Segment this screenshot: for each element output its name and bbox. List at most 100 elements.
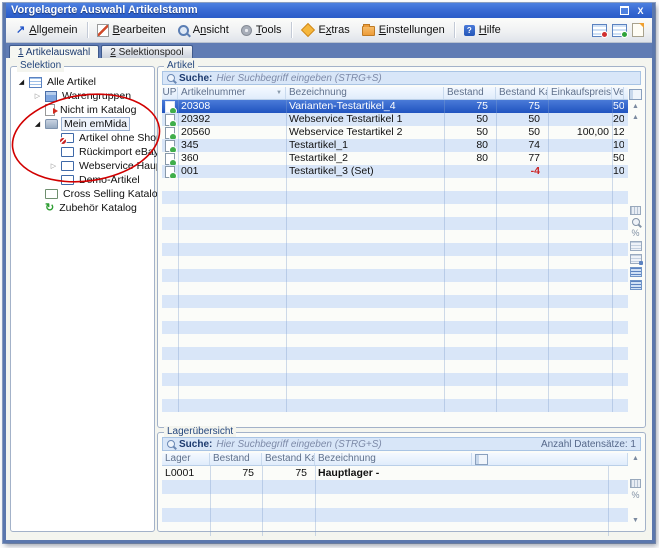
column-header-bestand[interactable]: Bestand [210, 453, 262, 465]
menu-item-label: Extras [319, 24, 350, 36]
menu-separator [87, 22, 88, 38]
titlebar[interactable]: Vorgelagerte Auswahl Artikelstamm X [6, 3, 652, 18]
cylinder-icon[interactable] [630, 479, 641, 488]
column-header-bestand-kalk-[interactable]: Bestand Kalk. [262, 453, 315, 465]
menu-item-allgemein[interactable]: ↗Allgemein [10, 22, 84, 38]
table-row[interactable]: 20308Varianten-Testartikel_4757550, [162, 100, 628, 113]
close-button[interactable]: X [634, 5, 647, 16]
cell-lager: L0001 [162, 467, 210, 480]
cell-bestand: 50 [444, 113, 496, 126]
tree-item-warengruppen[interactable]: ▷Warengruppen [11, 89, 154, 103]
doc-sync-icon [165, 166, 175, 178]
tab-selektionspool[interactable]: 2 Selektionspool [101, 45, 192, 58]
tree-item-demo-artikel[interactable]: Demo-Artikel [11, 173, 154, 187]
percent-icon[interactable]: % [631, 229, 639, 238]
table-row[interactable]: 001Testartikel_3 (Set)-4100 [162, 165, 628, 178]
search-icon [167, 74, 175, 82]
artikel-search-placeholder: Hier Suchbegriff eingeben (STRG+S) [216, 73, 381, 84]
cell-bestand-kalk: 50 [496, 113, 548, 126]
menu-item-bearbeiten[interactable]: Bearbeiten [91, 22, 172, 39]
cylinder-icon[interactable] [630, 206, 641, 215]
tree-item-artikel-ohne-shop-kategorie[interactable]: Artikel ohne Shop-Kategorie [11, 131, 154, 145]
cell-bestand-kalk: 77 [496, 152, 548, 165]
list-blue-icon[interactable] [630, 267, 642, 277]
column-header-bestand-kalk-[interactable]: Bestand Kalk. [496, 87, 548, 99]
column-chooser-icon[interactable] [629, 89, 642, 100]
column-header-lager[interactable]: Lager [162, 453, 210, 465]
table-row[interactable]: 345Testartikel_18074100 [162, 139, 628, 152]
maximize-icon [620, 6, 629, 15]
tree-item-label: Demo-Artikel [77, 174, 142, 186]
tree-item-zubeh-r-katalog[interactable]: ↻Zubehör Katalog [11, 201, 154, 215]
view-icon [178, 25, 189, 36]
cell-bestand: 50 [444, 126, 496, 139]
filter-grid-icon[interactable] [630, 241, 642, 251]
row-status-cell [162, 127, 178, 139]
empty-row [162, 282, 628, 295]
table-row[interactable]: 360Testartikel_2807750, [162, 152, 628, 165]
column-header-ve[interactable]: Ve [612, 87, 624, 99]
collapse-arrow-icon[interactable]: ◢ [17, 78, 26, 86]
maximize-button[interactable] [618, 5, 631, 16]
scroll-up-icon[interactable]: ▲ [632, 103, 639, 111]
column-header-einkaufspreis[interactable]: Einkaufspreis [548, 87, 612, 99]
column-header-artikelnummer[interactable]: Artikelnummer▼ [178, 87, 286, 99]
empty-row [162, 204, 628, 217]
empty-row [162, 360, 628, 373]
app-window: Vorgelagerte Auswahl Artikelstamm X ↗All… [3, 3, 655, 543]
lager-right-rail: ▲% ▼ [629, 455, 642, 525]
tree-item-label: Alle Artikel [45, 76, 98, 88]
tree-item-mein-emmida[interactable]: ◢Mein emMida [11, 117, 154, 131]
scroll-down-icon[interactable]: ▼ [632, 517, 639, 525]
new-page-icon[interactable] [632, 23, 644, 37]
tree-item-webservice-hauptkategorie[interactable]: ▷Webservice Hauptkategorie [11, 159, 154, 173]
tab-artikelauswahl[interactable]: 1 Artikelauswahl [9, 45, 99, 58]
table-row[interactable]: 20560Webservice Testartikel 25050100,001… [162, 126, 628, 139]
menu-item-einstellungen[interactable]: Einstellungen [356, 22, 451, 38]
tree-item-label: Zubehör Katalog [57, 202, 139, 214]
list-blue-icon[interactable] [630, 280, 642, 290]
empty-row [162, 334, 628, 347]
column-header-bezeichnung[interactable]: Bezeichnung [286, 87, 444, 99]
percent-icon[interactable]: % [631, 491, 639, 500]
table-add-icon[interactable] [612, 24, 627, 37]
expand-arrow-icon[interactable]: ▷ [33, 92, 42, 100]
menu-item-ansicht[interactable]: Ansicht [172, 22, 235, 38]
grid-edit-icon[interactable] [630, 254, 642, 264]
cell-ve: 50, [612, 152, 624, 165]
column-header-up[interactable]: UP [162, 87, 178, 99]
empty-row [162, 522, 628, 536]
menu-item-hilfe[interactable]: ?Hilfe [458, 22, 507, 38]
sort-desc-icon: ▼ [276, 87, 282, 99]
cell-bestand-kalk: 75 [496, 100, 548, 113]
column-chooser-icon[interactable] [475, 454, 488, 465]
artikel-table-body: 20308Varianten-Testartikel_4757550,20392… [162, 100, 628, 412]
table-row[interactable]: 20392Webservice Testartikel 1505020, [162, 113, 628, 126]
collapse-arrow-icon[interactable]: ◢ [33, 120, 42, 128]
selektion-tree: ◢ Alle Artikel▷WarengruppenNicht im Katal… [11, 67, 154, 215]
menu-item-label: Allgemein [29, 24, 77, 36]
table-red-icon[interactable] [592, 24, 607, 37]
scroll-up-icon[interactable]: ▲ [632, 114, 639, 122]
tree-item-cross-selling-katalog[interactable]: Cross Selling Katalog [11, 187, 154, 201]
expand-arrow-icon[interactable]: ▷ [49, 162, 58, 170]
column-chooser-cell[interactable] [472, 453, 629, 465]
tree-item-nicht-im-katalog[interactable]: Nicht im Katalog [11, 103, 154, 117]
cell-ve: 100 [612, 139, 624, 152]
lager-search[interactable]: Suche: Hier Suchbegriff eingeben (STRG+S… [162, 437, 641, 451]
window-title: Vorgelagerte Auswahl Artikelstamm [11, 3, 615, 18]
tree-item-alle-artikel[interactable]: ◢ Alle Artikel [11, 75, 154, 89]
scroll-up-icon[interactable]: ▲ [632, 455, 639, 463]
drawer-blocked-icon [61, 133, 74, 143]
drawer-icon [61, 175, 74, 185]
table-row[interactable]: L00017575Hauptlager - [162, 466, 628, 480]
cell-bestand: 75 [210, 467, 262, 480]
menu-item-tools[interactable]: Tools [235, 22, 288, 38]
tree-item-r-ckimport-ebay[interactable]: Rückimport eBay [11, 145, 154, 159]
artikel-search[interactable]: Suche: Hier Suchbegriff eingeben (STRG+S… [162, 71, 641, 85]
column-header-bezeichnung[interactable]: Bezeichnung [315, 453, 472, 465]
menu-item-extras[interactable]: Extras [295, 22, 356, 38]
empty-row [162, 308, 628, 321]
zoom-icon[interactable] [632, 218, 640, 226]
column-header-bestand[interactable]: Bestand [444, 87, 496, 99]
